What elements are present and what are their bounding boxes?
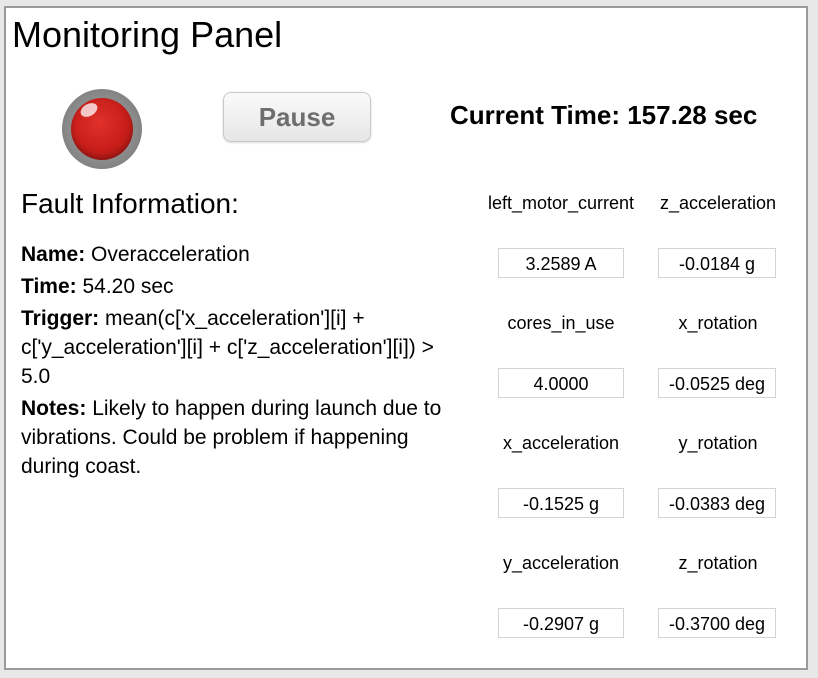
sensor-label: x_rotation [678, 313, 758, 333]
sensor-value: -0.1525 g [498, 488, 624, 518]
sensor-label: z_rotation [678, 553, 758, 573]
fault-time-row: Time: 54.20 sec [21, 272, 461, 301]
page-title: Monitoring Panel [12, 14, 283, 55]
sensor-value: 4.0000 [498, 368, 624, 398]
sensor-value: -0.2907 g [498, 608, 624, 638]
sensor-value: 3.2589 A [498, 248, 624, 278]
current-time-readout: Current Time: 157.28 sec [450, 100, 758, 130]
status-light-icon [62, 89, 142, 169]
fault-info-section: Name: Overacceleration Time: 54.20 sec T… [21, 240, 461, 484]
sensor-label: y_rotation [678, 433, 758, 453]
pause-button[interactable]: Pause [223, 92, 371, 142]
sensor-label: left_motor_current [487, 193, 635, 213]
fault-name-row: Name: Overacceleration [21, 240, 461, 269]
fault-info-heading: Fault Information: [21, 188, 239, 219]
fault-name-key: Name: [21, 243, 86, 266]
sensor-label: cores_in_use [507, 313, 615, 333]
status-light-bulb [71, 98, 133, 160]
sensor-value: -0.0184 g [658, 248, 776, 278]
fault-trigger-key: Trigger: [21, 307, 100, 330]
fault-name-value: Overacceleration [91, 243, 250, 266]
sensor-label: y_acceleration [502, 553, 620, 573]
fault-time-value: 54.20 sec [82, 275, 174, 298]
fault-notes-row: Notes: Likely to happen during launch du… [21, 394, 461, 481]
fault-trigger-row: Trigger: mean(c['x_acceleration'][i] + c… [21, 304, 461, 391]
sensor-label: z_acceleration [659, 193, 777, 213]
sensor-label: x_acceleration [502, 433, 620, 453]
sensor-value: -0.0525 deg [658, 368, 776, 398]
fault-notes-key: Notes: [21, 397, 87, 420]
fault-time-key: Time: [21, 275, 77, 298]
sensor-value: -0.0383 deg [658, 488, 776, 518]
sensor-value: -0.3700 deg [658, 608, 776, 638]
